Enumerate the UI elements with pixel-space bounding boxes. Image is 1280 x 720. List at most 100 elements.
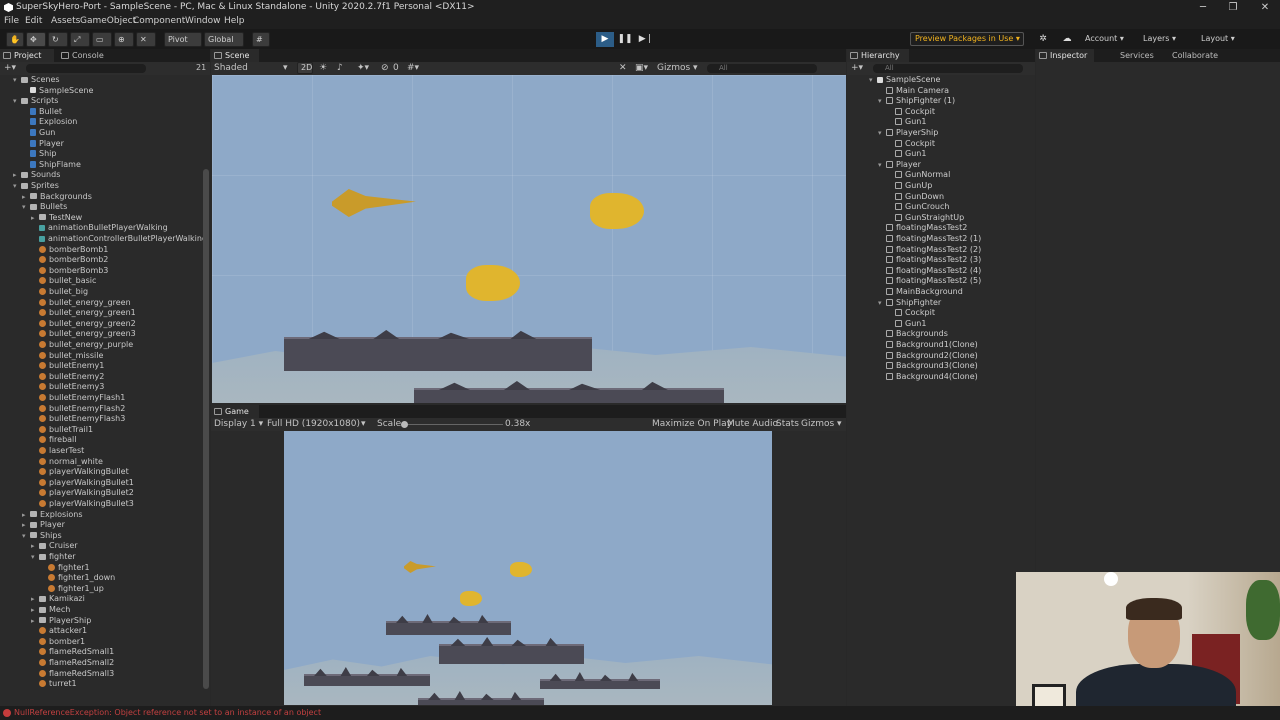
project_panel-item[interactable]: bullet_big — [31, 287, 88, 298]
hierarchy_panel-item[interactable]: ▾ ShipFighter — [878, 298, 941, 309]
project_panel-item[interactable]: bulletEnemyFlash2 — [31, 404, 125, 415]
floating-mass-sprite[interactable] — [284, 337, 592, 371]
resolution-chevron-icon[interactable]: ▾ — [361, 419, 366, 429]
project_panel-item[interactable]: bomber1 — [31, 637, 85, 648]
expand-arrow-icon[interactable]: ▾ — [13, 75, 21, 86]
tab-scene[interactable]: Scene — [211, 49, 259, 62]
project_panel-item[interactable]: bulletEnemy1 — [31, 361, 104, 372]
project_panel-item[interactable]: bulletTrail1 — [31, 425, 93, 436]
hierarchy_panel-item[interactable]: Cockpit — [887, 139, 935, 150]
project_panel-item[interactable]: playerWalkingBullet — [31, 467, 129, 478]
maximize-button[interactable]: ❐ — [1218, 0, 1248, 15]
tab-collaborate[interactable]: Collaborate — [1160, 49, 1222, 62]
expand-arrow-icon[interactable]: ▾ — [878, 298, 886, 309]
hierarchy_panel-item[interactable]: ▾ SampleScene — [869, 75, 940, 86]
project_panel-item[interactable]: turret1 — [31, 679, 77, 690]
project_panel-item[interactable]: bullet_energy_green3 — [31, 329, 136, 340]
project_panel-item[interactable]: bomberBomb1 — [31, 245, 108, 256]
expand-arrow-icon[interactable]: ▾ — [22, 531, 30, 542]
project_panel-item[interactable]: bullet_basic — [31, 276, 96, 287]
hand-tool-icon[interactable]: ✋ — [6, 32, 24, 47]
project_panel-item[interactable]: bullet_energy_purple — [31, 340, 133, 351]
minimize-button[interactable]: ─ — [1188, 0, 1218, 15]
hierarchy_panel-item[interactable]: Background1(Clone) — [878, 340, 978, 351]
cloud-icon[interactable]: ☁ — [1058, 32, 1076, 47]
project_panel-item[interactable]: ▸ Kamikazi — [31, 594, 85, 605]
hierarchy_panel-item[interactable]: GunNormal — [887, 170, 950, 181]
project_panel-item[interactable]: fighter1_down — [40, 573, 115, 584]
lighting-icon[interactable]: ☀ — [319, 63, 327, 73]
project_panel-item[interactable]: fighter1 — [40, 563, 90, 574]
project_panel-item[interactable]: bullet_energy_green — [31, 298, 131, 309]
hierarchy_panel-item[interactable]: Background2(Clone) — [878, 351, 978, 362]
hierarchy_panel-item[interactable]: floatingMassTest2 — [878, 223, 967, 234]
audio-icon[interactable]: ♪ — [337, 63, 343, 73]
project_panel-item[interactable]: bulletEnemyFlash1 — [31, 393, 125, 404]
scale-slider-track[interactable] — [403, 424, 503, 425]
stats-toggle[interactable]: Stats — [776, 419, 799, 429]
menu-window[interactable]: Window — [185, 16, 221, 26]
status-error-message[interactable]: NullReferenceException: Object reference… — [14, 708, 321, 717]
project_panel-item[interactable]: animationBulletPlayerWalking — [31, 223, 168, 234]
expand-arrow-icon[interactable]: ▾ — [31, 552, 39, 563]
project_panel-item[interactable]: ▸ PlayerShip — [31, 616, 91, 627]
project_panel-item[interactable]: Player — [22, 139, 64, 150]
grid-snap-icon[interactable]: # — [252, 32, 270, 47]
project_panel-item[interactable]: ▾ Scenes — [13, 75, 60, 86]
layout-dropdown[interactable]: Layout ▾ — [1198, 32, 1256, 47]
project-scrollbar[interactable] — [203, 169, 209, 689]
project_panel-item[interactable]: ▸ Explosions — [22, 510, 83, 521]
expand-arrow-icon[interactable]: ▾ — [878, 128, 886, 139]
project_panel-item[interactable]: ▾ Ships — [22, 531, 62, 542]
custom-tool-icon[interactable]: ✕ — [136, 32, 156, 47]
project_panel-item[interactable]: playerWalkingBullet3 — [31, 499, 134, 510]
project_panel-item[interactable]: bulletEnemyFlash3 — [31, 414, 125, 425]
game-viewport[interactable] — [284, 431, 772, 705]
project_panel-item[interactable]: laserTest — [31, 446, 84, 457]
transform-tool-icon[interactable]: ⊕ — [114, 32, 134, 47]
menu-help[interactable]: Help — [224, 16, 245, 26]
effects-icon[interactable]: ✦▾ — [357, 63, 369, 73]
project_panel-item[interactable]: playerWalkingBullet1 — [31, 478, 134, 489]
camera-icon[interactable]: ▣▾ — [635, 63, 648, 73]
project_panel-item[interactable]: flameRedSmall2 — [31, 658, 114, 669]
menu-assets[interactable]: Assets — [51, 16, 80, 26]
tab-services[interactable]: Services — [1106, 49, 1156, 62]
hierarchy_panel-item[interactable]: floatingMassTest2 (2) — [878, 245, 981, 256]
project_panel-item[interactable]: ▸ Backgrounds — [22, 192, 92, 203]
expand-arrow-icon[interactable]: ▾ — [13, 181, 21, 192]
project_panel-item[interactable]: fighter1_up — [40, 584, 104, 595]
scene-search-input[interactable]: All — [707, 64, 817, 73]
shading-chevron-icon[interactable]: ▾ — [283, 63, 288, 73]
step-button[interactable]: ▶❘ — [637, 32, 655, 47]
expand-arrow-icon[interactable]: ▾ — [878, 96, 886, 107]
expand-arrow-icon[interactable]: ▾ — [878, 160, 886, 171]
tools-icon[interactable]: ✕ — [619, 63, 627, 73]
project_panel-item[interactable]: ▸ Mech — [31, 605, 70, 616]
tab-console[interactable]: Console — [58, 49, 112, 62]
project_panel-item[interactable]: playerWalkingBullet2 — [31, 488, 134, 499]
preview-packages-dropdown[interactable]: Preview Packages in Use ▾ — [910, 32, 1024, 46]
scale-slider-handle[interactable] — [401, 421, 408, 428]
menu-gameobject[interactable]: GameObject — [80, 16, 136, 26]
player-sprite[interactable] — [466, 265, 520, 301]
game-gizmos-dropdown[interactable]: Gizmos ▾ — [801, 419, 842, 429]
shading-dropdown[interactable]: Shaded — [214, 63, 248, 73]
hierarchy_panel-item[interactable]: ▾ Player — [878, 160, 921, 171]
add-icon[interactable]: +▾ — [4, 63, 16, 73]
project_panel-item[interactable]: Gun — [22, 128, 55, 139]
project_panel-item[interactable]: ▸ Cruiser — [31, 541, 78, 552]
hierarchy-add-icon[interactable]: +▾ — [851, 63, 863, 73]
floating-mass-sprite-2[interactable] — [414, 388, 724, 403]
project_panel-item[interactable]: Ship — [22, 149, 56, 160]
player-ship-sprite[interactable] — [590, 193, 644, 229]
rect-tool-icon[interactable]: ▭ — [92, 32, 112, 47]
tab-project[interactable]: Project — [0, 49, 54, 62]
scale-tool-icon[interactable]: ⤢ — [70, 32, 90, 47]
expand-arrow-icon[interactable]: ▾ — [869, 75, 877, 86]
project_panel-item[interactable]: normal_white — [31, 457, 103, 468]
hierarchy_panel-item[interactable]: GunCrouch — [887, 202, 949, 213]
resolution-dropdown[interactable]: Full HD (1920x1080) — [267, 419, 360, 429]
menu-file[interactable]: File — [4, 16, 19, 26]
project_panel-item[interactable]: SampleScene — [22, 86, 93, 97]
